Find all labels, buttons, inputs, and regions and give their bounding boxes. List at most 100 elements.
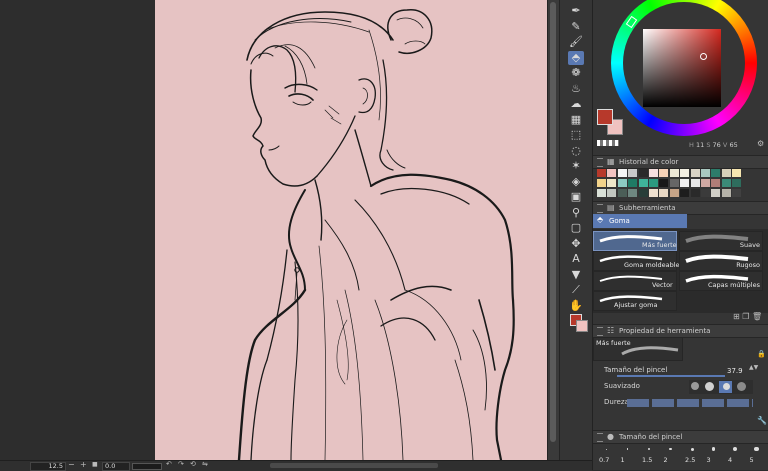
- color-history-swatch[interactable]: [721, 169, 731, 177]
- tool-property-title-bar[interactable]: ☷ Propiedad de herramienta: [593, 324, 768, 338]
- toolbar-sub-color[interactable]: [576, 320, 588, 332]
- transparent-color-swatch[interactable]: [597, 140, 619, 146]
- color-history-swatch[interactable]: [638, 189, 648, 197]
- color-history-swatch[interactable]: [690, 189, 700, 197]
- brush-size-preset[interactable]: 2: [662, 443, 682, 469]
- color-history-swatch[interactable]: [690, 169, 700, 177]
- color-history-title-bar[interactable]: ▦ Historial de color: [593, 155, 768, 169]
- color-history-swatch[interactable]: [680, 169, 690, 177]
- rotate-right-icon[interactable]: ↷: [178, 460, 184, 468]
- balloon-icon[interactable]: ▼: [568, 268, 584, 282]
- canvas-vertical-scrollbar[interactable]: [547, 0, 559, 460]
- color-history-swatch[interactable]: [669, 169, 679, 177]
- color-history-swatch[interactable]: [732, 179, 742, 187]
- color-history-swatch[interactable]: [669, 189, 679, 197]
- color-history-swatch[interactable]: [617, 169, 627, 177]
- subtool-group-tab[interactable]: ⬘ Goma: [593, 214, 687, 228]
- reset-rotation-icon[interactable]: ⟲: [190, 460, 196, 468]
- blend-icon[interactable]: ☁: [568, 97, 584, 111]
- move-layer-icon[interactable]: ✥: [568, 237, 584, 251]
- brush-size-preset[interactable]: 0.7: [597, 443, 617, 469]
- zoom-in-icon[interactable]: +: [80, 460, 87, 469]
- color-history-swatch[interactable]: [597, 179, 606, 187]
- subtool-item-ajustar-goma[interactable]: Ajustar goma: [593, 291, 677, 311]
- rotation-slider[interactable]: [132, 463, 162, 470]
- color-history-swatch[interactable]: [680, 179, 690, 187]
- color-history-swatch[interactable]: [721, 179, 731, 187]
- color-history-swatch[interactable]: [711, 179, 721, 187]
- color-history-grid[interactable]: [593, 168, 768, 200]
- smoothing-options[interactable]: [689, 380, 753, 394]
- color-history-swatch[interactable]: [711, 169, 721, 177]
- pen-icon[interactable]: ✒: [568, 4, 584, 18]
- subtool-title-bar[interactable]: ▤ Subherramienta: [593, 201, 768, 215]
- color-history-swatch[interactable]: [628, 179, 638, 187]
- copy-subtool-icon[interactable]: ❐: [742, 312, 749, 321]
- brush-size-preset[interactable]: 1: [619, 443, 639, 469]
- rotate-left-icon[interactable]: ↶: [166, 460, 172, 468]
- gradient-icon[interactable]: ▣: [568, 190, 584, 204]
- lasso-icon[interactable]: ◌: [568, 144, 584, 158]
- brush-size-stepper[interactable]: ▲▼: [749, 364, 758, 371]
- main-color-swatch[interactable]: [597, 109, 613, 125]
- subtool-item-goma-moldeable[interactable]: Goma moldeable: [593, 251, 680, 271]
- color-history-swatch[interactable]: [659, 169, 669, 177]
- color-history-swatch[interactable]: [649, 189, 658, 197]
- color-history-swatch[interactable]: [701, 169, 710, 177]
- subtool-item-mas-fuerte[interactable]: Más fuerte: [593, 231, 677, 251]
- tool-property-settings-icon[interactable]: 🔧: [757, 416, 767, 425]
- brush-size-title-bar[interactable]: ● Tamaño del pincel: [593, 430, 768, 444]
- canvas-horizontal-scrollbar[interactable]: [270, 463, 438, 468]
- color-history-swatch[interactable]: [607, 189, 617, 197]
- color-history-swatch[interactable]: [597, 169, 606, 177]
- color-history-swatch[interactable]: [701, 179, 710, 187]
- magic-wand-icon[interactable]: ✶: [568, 159, 584, 173]
- color-history-swatch[interactable]: [701, 189, 710, 197]
- drawing-canvas[interactable]: [155, 0, 547, 460]
- lock-icon[interactable]: 🔒: [757, 350, 766, 358]
- color-history-swatch[interactable]: [607, 179, 617, 187]
- subtool-item-vector[interactable]: Vector: [593, 271, 677, 291]
- color-history-swatch[interactable]: [649, 169, 658, 177]
- brush-size-preset[interactable]: 3: [705, 443, 725, 469]
- operation-icon[interactable]: ⬚: [568, 128, 584, 142]
- color-history-swatch[interactable]: [607, 169, 617, 177]
- color-history-swatch[interactable]: [659, 189, 669, 197]
- hardness-slider[interactable]: [627, 399, 753, 407]
- color-history-swatch[interactable]: [638, 179, 648, 187]
- decoration-icon[interactable]: ❁: [568, 66, 584, 80]
- color-history-swatch[interactable]: [638, 169, 648, 177]
- airbrush-icon[interactable]: ♨: [568, 82, 584, 96]
- brush-size-preset[interactable]: 2.5: [683, 443, 703, 469]
- subtool-item-capas-multiples[interactable]: Capas múltiples: [679, 271, 763, 291]
- eraser-icon[interactable]: ⬘: [568, 50, 584, 65]
- color-history-swatch[interactable]: [628, 169, 638, 177]
- color-history-swatch[interactable]: [680, 189, 690, 197]
- brush-icon[interactable]: 🖌: [568, 35, 584, 49]
- correct-line-icon[interactable]: ⟋: [568, 283, 584, 297]
- figure-icon[interactable]: ▦: [568, 113, 584, 127]
- color-history-swatch[interactable]: [732, 189, 742, 197]
- color-history-swatch[interactable]: [721, 189, 731, 197]
- color-history-swatch[interactable]: [669, 179, 679, 187]
- color-history-swatch[interactable]: [617, 189, 627, 197]
- fill-icon[interactable]: ◈: [568, 175, 584, 189]
- color-history-swatch[interactable]: [690, 179, 700, 187]
- color-history-swatch[interactable]: [711, 189, 721, 197]
- color-history-swatch[interactable]: [659, 179, 669, 187]
- rectangle-select-icon[interactable]: ▢: [568, 221, 584, 235]
- brush-size-preset[interactable]: 4: [726, 443, 746, 469]
- color-history-swatch[interactable]: [617, 179, 627, 187]
- text-icon[interactable]: A: [568, 252, 584, 266]
- subtool-item-suave[interactable]: Suave: [679, 231, 763, 251]
- brush-size-preset[interactable]: 1.5: [640, 443, 660, 469]
- new-subtool-icon[interactable]: ⊞: [733, 312, 740, 321]
- color-history-swatch[interactable]: [649, 179, 658, 187]
- color-history-swatch[interactable]: [732, 169, 742, 177]
- delete-subtool-icon[interactable]: 🗑: [752, 312, 762, 321]
- color-history-swatch[interactable]: [597, 189, 606, 197]
- saturation-value-box[interactable]: [643, 29, 721, 107]
- brush-size-preset[interactable]: 5: [748, 443, 768, 469]
- zoom-out-icon[interactable]: −: [68, 460, 75, 469]
- color-history-swatch[interactable]: [628, 189, 638, 197]
